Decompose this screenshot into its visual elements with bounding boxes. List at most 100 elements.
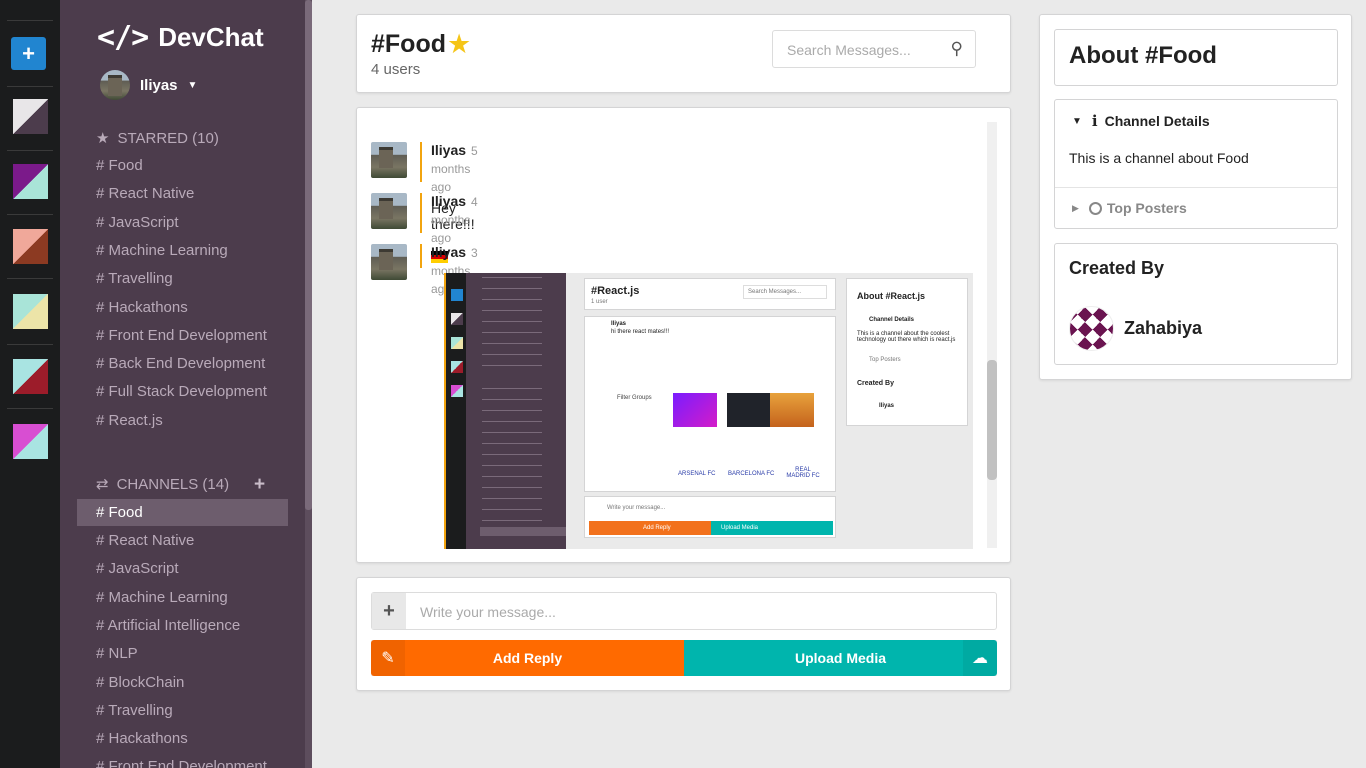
- starred-channel-item[interactable]: # Travelling: [96, 270, 173, 287]
- starred-channel-item[interactable]: # Food: [96, 157, 143, 174]
- avatar: [371, 244, 407, 280]
- add-reply-label: Add Reply: [492, 650, 563, 666]
- channel-item[interactable]: # Machine Learning: [96, 589, 228, 606]
- preview-users: 1 user: [591, 299, 608, 305]
- caret-down-icon: ▼: [187, 79, 198, 91]
- preview-line: [482, 332, 542, 333]
- preview-swatch: [451, 385, 463, 397]
- sidebar-scrollbar[interactable]: [305, 0, 312, 768]
- about-title: About #Food: [1069, 42, 1217, 69]
- add-channel-icon[interactable]: +: [254, 474, 265, 496]
- star-icon[interactable]: ★: [447, 29, 471, 60]
- starred-channel-item[interactable]: # JavaScript: [96, 214, 179, 231]
- channel-item[interactable]: # Food: [77, 499, 288, 526]
- sidebar-scroll-thumb[interactable]: [305, 0, 312, 510]
- preview-card-image: [727, 393, 771, 427]
- starred-channel-item[interactable]: # React.js: [96, 412, 163, 429]
- upload-media-button[interactable]: Upload Media ☁: [684, 640, 997, 676]
- color-swatch[interactable]: [13, 164, 48, 199]
- preview-desc: This is a channel about the coolest tech…: [857, 331, 956, 343]
- preview-line: [482, 365, 542, 366]
- preview-title: #React.js: [591, 285, 640, 297]
- preview-line: [482, 509, 542, 510]
- preview-line: [482, 288, 542, 289]
- user-dropdown[interactable]: Iliyas ▼: [100, 70, 197, 100]
- preview-composer-placeholder: Write your message...: [607, 505, 666, 511]
- preview-line: [482, 321, 542, 322]
- strip-divider: [7, 20, 53, 21]
- message-input[interactable]: + Write your message...: [371, 592, 997, 630]
- starred-channel-item[interactable]: # Hackathons: [96, 299, 188, 316]
- avatar: [371, 142, 407, 178]
- starred-channel-item[interactable]: # React Native: [96, 185, 194, 202]
- preview-header: #React.js 1 user Search Messages...: [584, 278, 836, 310]
- preview-line: [482, 410, 542, 411]
- channel-details-toggle[interactable]: ▼ i Channel Details: [1072, 112, 1210, 130]
- channel-item[interactable]: # JavaScript: [96, 560, 179, 577]
- preview-line: [482, 476, 542, 477]
- starred-channel-item[interactable]: # Machine Learning: [96, 242, 228, 259]
- add-reply-button[interactable]: ✎ Add Reply: [371, 640, 684, 676]
- color-swatch[interactable]: [13, 229, 48, 264]
- channel-item[interactable]: # React Native: [96, 532, 194, 549]
- message-image[interactable]: #React.js 1 user Search Messages... Iliy…: [444, 273, 973, 549]
- preview-line: [482, 487, 542, 488]
- preview-card-label: BARCELONA FC: [728, 471, 775, 477]
- top-posters-toggle[interactable]: ▶ Top Posters: [1072, 200, 1187, 216]
- preview-card-image: [673, 393, 717, 427]
- channel-item[interactable]: # Hackathons: [96, 730, 188, 747]
- info-icon: i: [1091, 112, 1098, 130]
- message-placeholder: Write your message...: [420, 604, 556, 620]
- channel-item[interactable]: # BlockChain: [96, 674, 184, 691]
- messages-panel: Iliyas 5 months ago Hey there!!! Iliyas 4 …: [356, 107, 1011, 563]
- preview-line: [482, 310, 542, 311]
- user-name: Iliyas: [140, 76, 178, 94]
- color-swatch[interactable]: [13, 424, 48, 459]
- preview-line: [482, 354, 542, 355]
- app-name: DevChat: [158, 22, 264, 52]
- starred-channel-item[interactable]: # Full Stack Development: [96, 383, 267, 400]
- about-header: About #Food: [1054, 29, 1338, 86]
- search-input[interactable]: Search Messages... ⚲: [772, 30, 976, 68]
- starred-section-title: ★ STARRED (10): [96, 129, 219, 148]
- starred-channel-item[interactable]: # Front End Development: [96, 327, 267, 344]
- color-swatch[interactable]: [13, 294, 48, 329]
- search-placeholder: Search Messages...: [787, 42, 911, 58]
- channel-details-label: Channel Details: [1104, 113, 1210, 129]
- channel-item[interactable]: # NLP: [96, 645, 138, 662]
- channel-title-text: #Food: [371, 30, 446, 58]
- avatar: [100, 70, 130, 100]
- messages-scroll-thumb[interactable]: [987, 360, 997, 480]
- preview-card-image: [770, 393, 814, 427]
- channel-item[interactable]: # Travelling: [96, 702, 173, 719]
- messages-scrollbar[interactable]: [987, 122, 997, 548]
- search-icon[interactable]: ⚲: [951, 39, 963, 59]
- sidebar: </> DevChat Iliyas ▼ ★ STARRED (10) # Fo…: [60, 0, 312, 768]
- channel-item[interactable]: # Artificial Intelligence: [96, 617, 240, 634]
- created-by-title: Created By: [1069, 258, 1165, 278]
- preview-about: About #React.js: [857, 291, 926, 301]
- strip-divider: [7, 86, 53, 87]
- preview-details: Channel Details: [869, 317, 915, 323]
- preview-line: [482, 465, 542, 466]
- color-swatch[interactable]: [13, 99, 48, 134]
- exchange-icon: ⇄: [96, 476, 109, 493]
- preview-line: [482, 454, 542, 455]
- message-body: Iliyas 4 months ago: [420, 193, 478, 263]
- cloud-upload-icon: ☁: [963, 640, 997, 676]
- message-body: Iliyas 3 months ago: [420, 244, 478, 296]
- add-file-button[interactable]: +: [372, 593, 406, 629]
- preview-card-label: REAL MADRID FC: [786, 467, 820, 479]
- creator: Zahabiya: [1069, 306, 1202, 351]
- color-swatch[interactable]: [13, 359, 48, 394]
- add-color-button[interactable]: +: [11, 37, 46, 70]
- preview-active-channel: [480, 527, 566, 536]
- starred-channel-item[interactable]: # Back End Development: [96, 355, 265, 372]
- creator-name: Zahabiya: [1124, 318, 1203, 338]
- app-header: </> DevChat: [97, 20, 264, 55]
- preview-top: Top Posters: [869, 357, 901, 363]
- channel-item[interactable]: # Front End Development: [96, 758, 267, 768]
- preview-swatch: [451, 361, 463, 373]
- preview-line: [482, 520, 542, 521]
- preview-swatch: [451, 313, 463, 325]
